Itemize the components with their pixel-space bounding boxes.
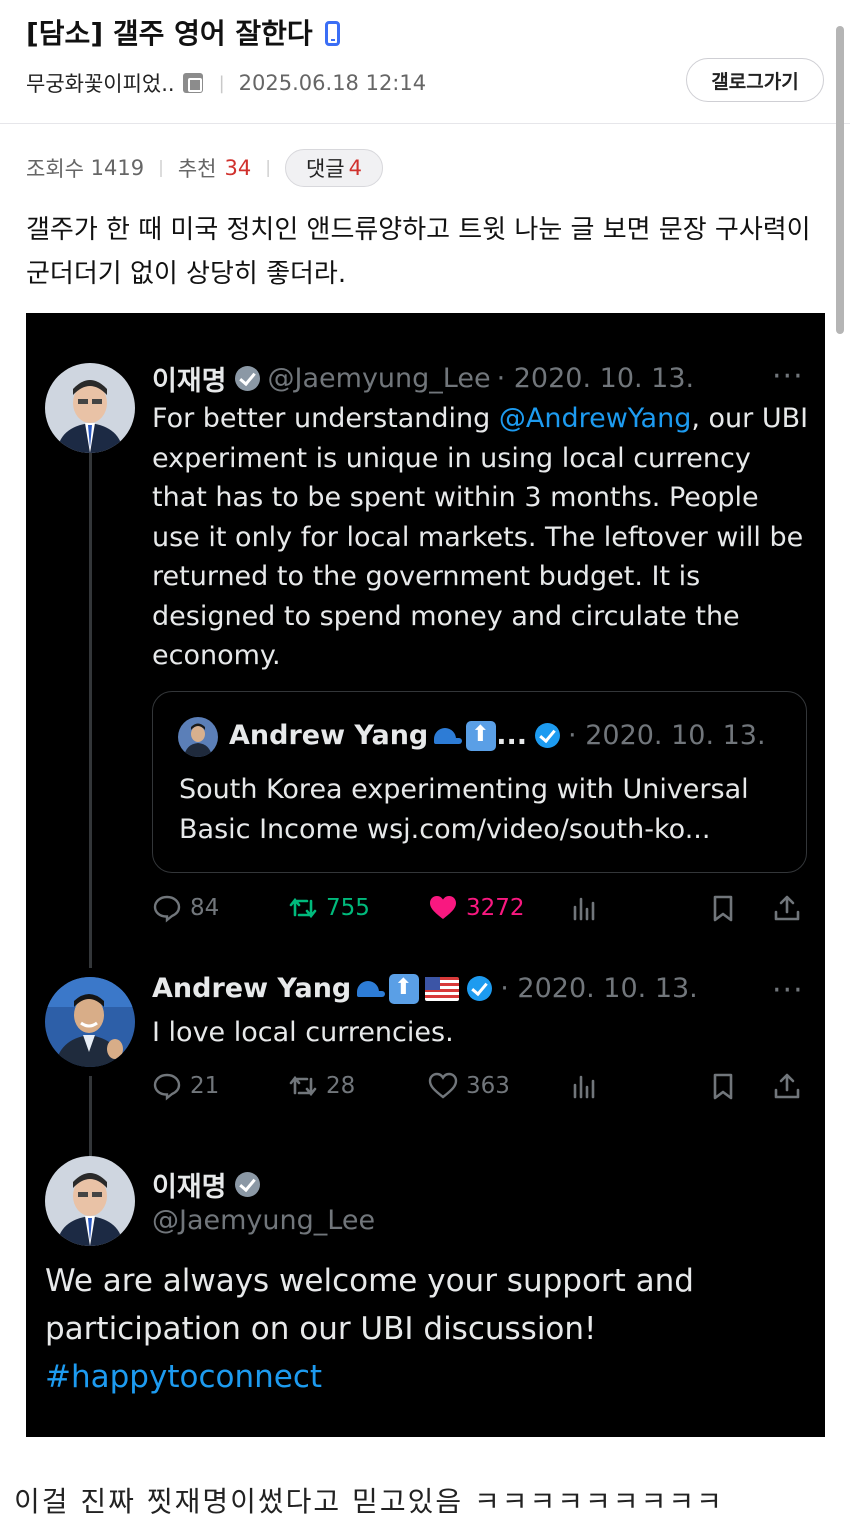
post-meta: 무궁화꽃이피었.. | 2025.06.18 12:14 <box>26 68 426 98</box>
tweet2-name[interactable]: Andrew Yang <box>152 973 351 1004</box>
post-header: [담소] 갤주 영어 잘한다 무궁화꽃이피었.. | 2025.06.18 12… <box>0 0 850 124</box>
tweet1-header: 이재명 @Jaemyung_Lee · 2020. 10. 13. <box>152 359 694 398</box>
tweet1-name[interactable]: 이재명 <box>152 359 227 398</box>
verified-badge-icon <box>234 1172 260 1197</box>
post-title-text: [담소] 갤주 영어 잘한다 <box>26 17 313 50</box>
like-button[interactable]: 363 <box>428 1066 510 1106</box>
retweet-icon <box>289 897 317 919</box>
tweet3-handle-row: @Jaemyung_Lee <box>152 1205 375 1236</box>
verified-badge-icon <box>234 366 260 391</box>
more-icon[interactable]: ··· <box>772 973 804 1008</box>
author-nickname[interactable]: 무궁화꽃이피었.. <box>26 68 175 98</box>
stats-divider: | <box>265 158 271 178</box>
share-icon <box>774 1073 800 1099</box>
quote-header: Andrew Yang ... · 2020. 10. 13. <box>229 720 766 751</box>
avatar-lee <box>45 363 135 453</box>
up-arrow-emoji-icon <box>389 973 420 1004</box>
reply-count: 84 <box>190 895 220 921</box>
like-button[interactable]: 3272 <box>428 888 525 928</box>
reply-count: 21 <box>190 1073 220 1099</box>
like-count: 363 <box>466 1073 510 1099</box>
analytics-icon <box>573 897 595 921</box>
tweet3-text: We are always welcome your support and p… <box>45 1257 745 1401</box>
quote-name-ellipsis: ... <box>496 720 528 751</box>
verified-badge-icon <box>467 976 493 1001</box>
post-datetime: 2025.06.18 12:14 <box>238 71 427 95</box>
stats-divider: | <box>158 158 164 178</box>
bookmark-icon <box>713 895 733 922</box>
avatar-lee <box>45 1156 135 1246</box>
quote-date: · 2020. 10. 13. <box>568 720 766 751</box>
tweet1-actions: 84 755 3272 <box>152 888 812 928</box>
heart-filled-icon <box>430 896 456 919</box>
meta-divider: | <box>218 72 225 94</box>
comments-button[interactable]: 댓글 4 <box>284 149 383 187</box>
share-button[interactable] <box>772 1066 810 1106</box>
avatar-yang <box>45 977 135 1067</box>
fixed-nick-icon <box>182 73 203 93</box>
hashtag-link[interactable]: #happytoconnect <box>45 1359 322 1395</box>
thread-line <box>89 1076 92 1156</box>
tweet2-actions: 21 28 363 <box>152 1066 812 1106</box>
tweet1-handle[interactable]: @Jaemyung_Lee <box>268 363 491 394</box>
avatar-yang-small <box>178 717 218 757</box>
tweet-screenshot: 이재명 @Jaemyung_Lee · 2020. 10. 13. ··· Fo… <box>26 313 825 1437</box>
like-count: 3272 <box>466 895 525 921</box>
bookmark-button[interactable] <box>708 888 746 928</box>
reply-icon <box>153 895 181 923</box>
comments-count: 4 <box>348 156 362 180</box>
post-footer-text: 이걸 진짜 찟재명이썼다고 믿고있음 ㅋㅋㅋㅋㅋㅋㅋㅋㅋ <box>14 1485 724 1518</box>
tweet3-body: We are always welcome your support and p… <box>45 1263 694 1347</box>
gallog-button[interactable]: 갤로그가기 <box>686 58 824 102</box>
quote-name[interactable]: Andrew Yang <box>229 720 428 751</box>
retweet-button[interactable]: 28 <box>288 1066 355 1106</box>
tweet2-date: · 2020. 10. 13. <box>500 973 698 1004</box>
tweet1-text-end: , our UBI experiment is unique in using … <box>152 403 809 671</box>
retweet-count: 755 <box>326 895 370 921</box>
post-title: [담소] 갤주 영어 잘한다 <box>26 12 340 52</box>
blue-cap-emoji-icon <box>355 979 386 999</box>
reply-button[interactable]: 84 <box>152 888 219 928</box>
share-button[interactable] <box>772 888 810 928</box>
us-flag-emoji-icon <box>425 976 460 1001</box>
analytics-button[interactable] <box>570 1066 608 1106</box>
quoted-tweet[interactable]: Andrew Yang ... · 2020. 10. 13. South Ko… <box>152 691 807 873</box>
recommend-count: 34 <box>224 156 252 180</box>
more-icon[interactable]: ··· <box>772 359 804 394</box>
scrollbar[interactable] <box>836 26 844 334</box>
heart-icon <box>428 1072 458 1099</box>
tweet1-text: For better understanding @AndrewYang, ou… <box>152 399 812 676</box>
post-stats: 조회수 1419 | 추천 34 | 댓글 4 <box>26 149 383 187</box>
tweet3-name[interactable]: 이재명 <box>152 1165 227 1204</box>
reply-icon <box>153 1073 181 1101</box>
mention-andrewyang[interactable]: @AndrewYang <box>499 403 692 434</box>
comments-label: 댓글 <box>305 157 345 181</box>
views-label: 조회수 <box>26 157 84 181</box>
tweet3-header: 이재명 <box>152 1165 268 1204</box>
retweet-icon <box>289 1075 317 1097</box>
recommend-label: 추천 <box>177 157 217 181</box>
tweet2-header: Andrew Yang · 2020. 10. 13. <box>152 973 698 1004</box>
quote-text: South Korea experimenting with Universal… <box>179 774 749 845</box>
analytics-icon <box>573 1075 595 1099</box>
tweet1-text-start: For better understanding <box>152 403 499 434</box>
tweet3-handle[interactable]: @Jaemyung_Lee <box>152 1205 375 1236</box>
mobile-icon <box>324 21 340 46</box>
views-count: 1419 <box>90 156 145 180</box>
tweet2-text: I love local currencies. <box>152 1017 454 1048</box>
retweet-button[interactable]: 755 <box>288 888 370 928</box>
retweet-count: 28 <box>326 1073 356 1099</box>
bookmark-icon <box>713 1073 733 1100</box>
up-arrow-emoji-icon <box>466 720 497 751</box>
bookmark-button[interactable] <box>708 1066 746 1106</box>
thread-line <box>89 453 92 968</box>
analytics-button[interactable] <box>570 888 608 928</box>
reply-button[interactable]: 21 <box>152 1066 219 1106</box>
blue-cap-emoji-icon <box>432 726 463 746</box>
post-body: 갤주가 한 때 미국 정치인 앤드류양하고 트윗 나눈 글 보면 문장 구사력이… <box>26 215 811 289</box>
verified-badge-icon <box>535 723 561 748</box>
share-icon <box>774 895 800 921</box>
tweet1-date: · 2020. 10. 13. <box>496 363 695 394</box>
